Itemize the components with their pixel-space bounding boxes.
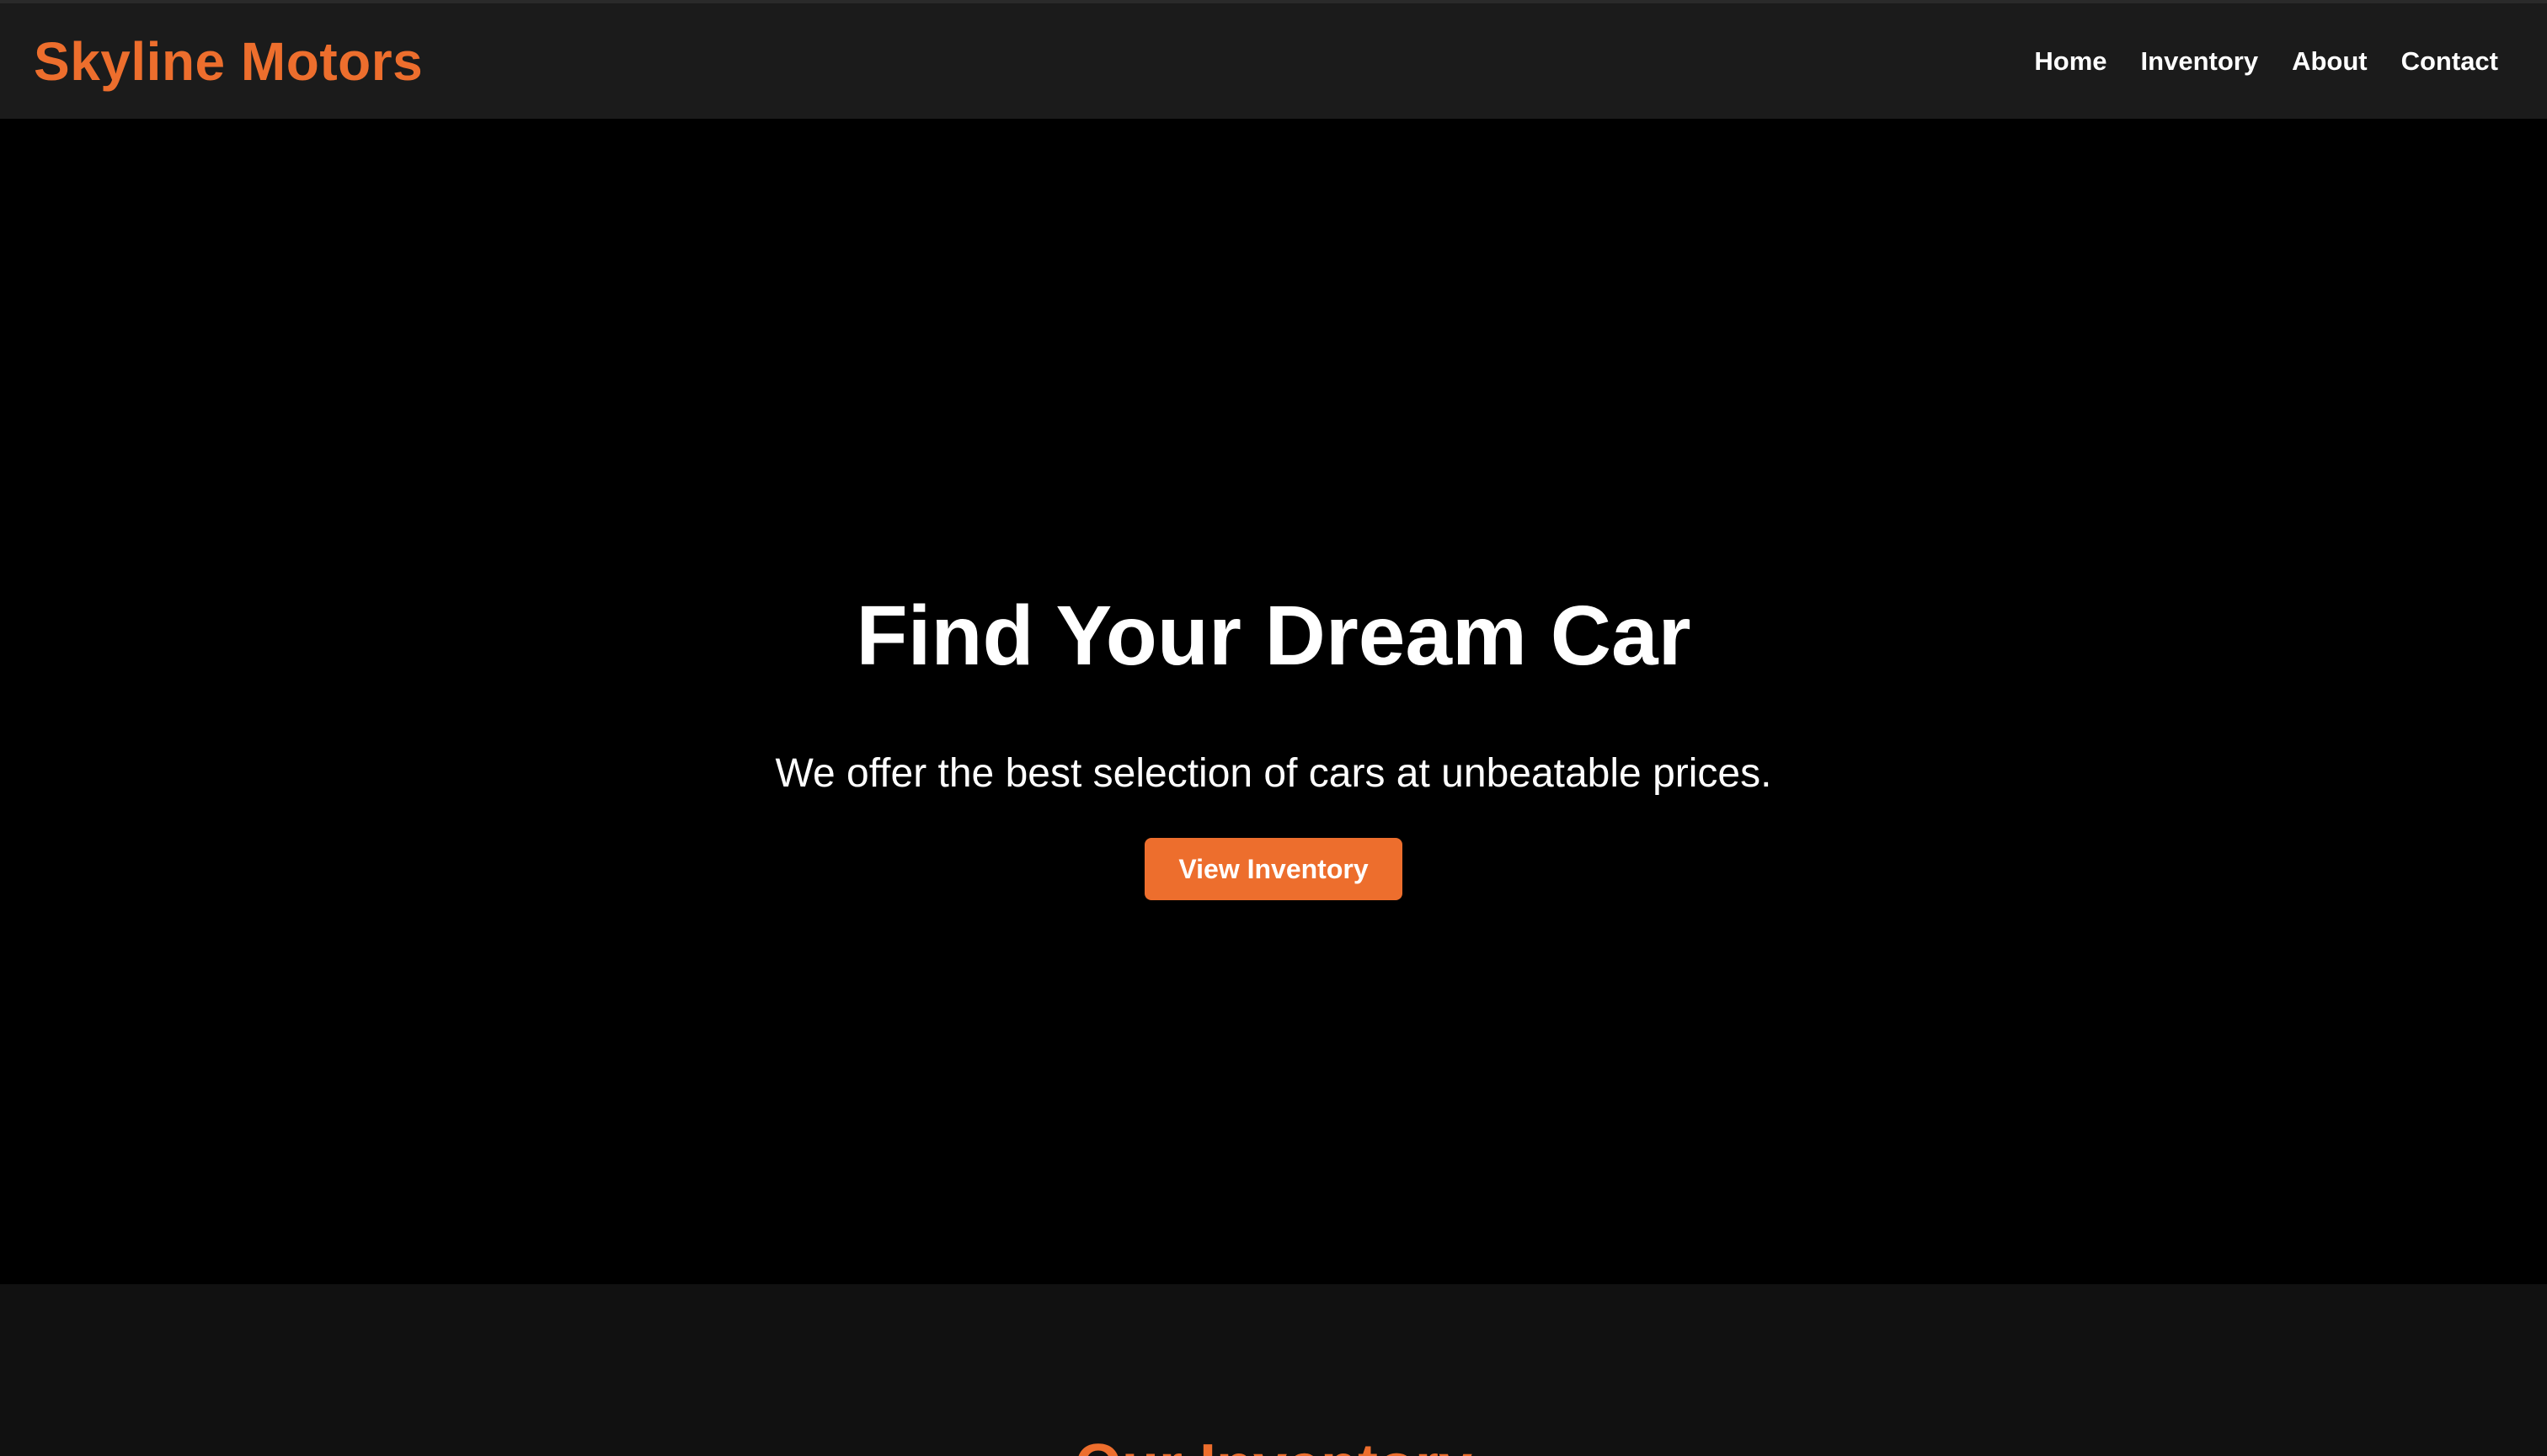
view-inventory-button[interactable]: View Inventory: [1145, 838, 1402, 900]
hero-title: Find Your Dream Car: [856, 589, 1691, 683]
nav-link-inventory[interactable]: Inventory: [2141, 46, 2259, 77]
hero-section: Find Your Dream Car We offer the best se…: [0, 119, 2547, 1284]
nav-links: Home Inventory About Contact: [2034, 46, 2498, 77]
section-heading: Our Inventory: [0, 1436, 2547, 1456]
inventory-section: Our Inventory: [0, 1284, 2547, 1456]
nav-link-about[interactable]: About: [2292, 46, 2368, 77]
nav-link-home[interactable]: Home: [2034, 46, 2106, 77]
brand-logo[interactable]: Skyline Motors: [34, 30, 423, 93]
hero-subtitle: We offer the best selection of cars at u…: [775, 751, 1772, 796]
navbar: Skyline Motors Home Inventory About Cont…: [0, 0, 2547, 119]
nav-link-contact[interactable]: Contact: [2401, 46, 2498, 77]
